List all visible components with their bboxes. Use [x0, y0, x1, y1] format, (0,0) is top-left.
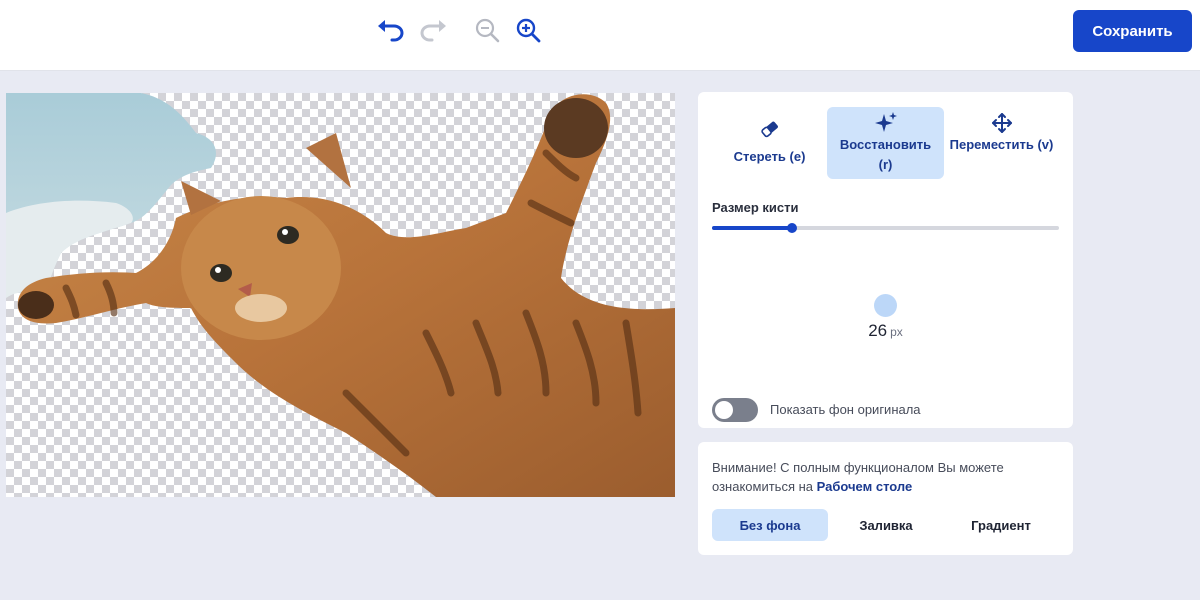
brush-size-title: Размер кисти [712, 200, 799, 215]
slider-fill [712, 226, 792, 230]
zoom-out-icon[interactable] [471, 14, 505, 48]
tools-panel: Стереть (e) Восстановить (r) Переместить… [698, 92, 1073, 428]
brush-size-value: 26 [868, 321, 888, 340]
brush-size-slider[interactable] [712, 223, 1059, 233]
brush-size-readout: 26 px [698, 321, 1073, 341]
sparkles-icon [874, 112, 897, 132]
brush-preview-circle [874, 294, 897, 317]
move-arrows-icon [991, 113, 1012, 133]
brush-size-unit: px [890, 325, 903, 339]
tool-erase-label: Стереть (e) [733, 149, 806, 164]
show-original-bg-label: Показать фон оригинала [770, 402, 921, 417]
top-toolbar: Сохранить [0, 0, 1200, 71]
save-button[interactable]: Сохранить [1073, 10, 1192, 52]
slider-thumb[interactable] [786, 223, 797, 233]
bg-tab-no-background[interactable]: Без фона [712, 509, 828, 541]
tool-move[interactable]: Переместить (v) [943, 107, 1060, 179]
tool-erase[interactable]: Стереть (e) [711, 107, 828, 179]
image-canvas[interactable] [6, 93, 675, 497]
eraser-icon [760, 121, 778, 138]
background-panel: Внимание! С полным функционалом Вы может… [698, 442, 1073, 555]
tool-restore[interactable]: Восстановить (r) [827, 107, 944, 179]
show-original-bg-toggle[interactable] [712, 398, 758, 422]
tool-move-label: Переместить (v) [949, 137, 1054, 152]
tool-restore-label: Восстановить (r) [839, 137, 932, 172]
bg-tab-fill[interactable]: Заливка [828, 509, 944, 541]
undo-arrow-icon[interactable] [374, 14, 408, 48]
desktop-link[interactable]: Рабочем столе [817, 479, 913, 494]
toggle-knob [715, 401, 733, 419]
redo-arrow-icon[interactable] [416, 14, 450, 48]
bg-tab-gradient[interactable]: Градиент [943, 509, 1059, 541]
notice-text: Внимание! С полным функционалом Вы может… [712, 458, 1062, 496]
zoom-in-icon[interactable] [512, 14, 546, 48]
cutout-cat-image [6, 93, 675, 497]
